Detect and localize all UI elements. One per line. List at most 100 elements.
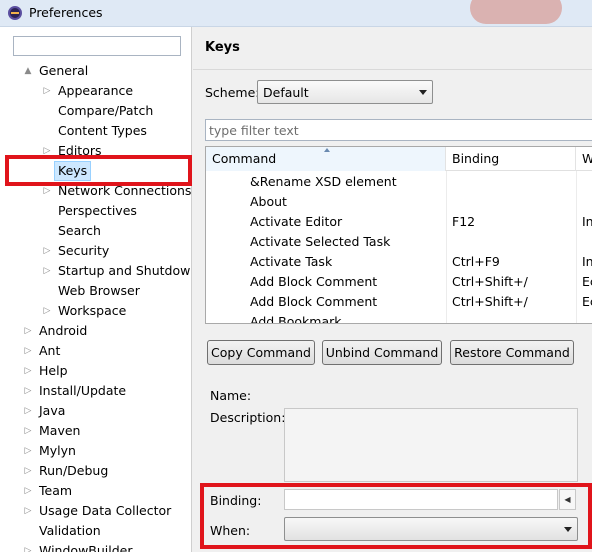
binding-cell: Ctrl+Shift+/ <box>452 274 528 289</box>
tree-item-label: Team <box>39 483 73 498</box>
expand-arrow-icon[interactable]: ▷ <box>42 181 52 201</box>
tree-item-search[interactable]: Search <box>0 221 191 241</box>
expand-arrow-icon[interactable]: ▷ <box>42 261 52 281</box>
column-header-when[interactable]: W <box>576 147 592 171</box>
tree-item-network-connections[interactable]: ▷ Network Connections <box>0 181 192 201</box>
chevron-down-icon <box>564 527 572 532</box>
tree-item-label: Security <box>58 243 110 258</box>
unbind-command-button[interactable]: Unbind Command <box>322 340 442 365</box>
tree-item-web-browser[interactable]: Web Browser <box>0 281 191 301</box>
tree-item-keys[interactable]: Keys <box>0 161 191 181</box>
tree-item-label: Android <box>39 323 88 338</box>
column-header-command[interactable]: Command <box>206 147 446 171</box>
tree-item-team[interactable]: ▷ Team <box>0 481 191 501</box>
expand-arrow-icon[interactable]: ▷ <box>42 81 52 101</box>
tree-item-label: Install/Update <box>39 383 127 398</box>
tree-item-java[interactable]: ▷ Java <box>0 401 191 421</box>
expand-arrow-icon[interactable]: ▷ <box>23 321 33 341</box>
expand-arrow-icon[interactable]: ▷ <box>42 241 52 261</box>
tree-item-help[interactable]: ▷ Help <box>0 361 191 381</box>
expand-arrow-icon[interactable]: ▷ <box>23 381 33 401</box>
table-row[interactable]: &Rename XSD element <box>206 172 592 192</box>
expand-arrow-icon[interactable]: ▷ <box>23 441 33 461</box>
table-row[interactable]: About <box>206 192 592 212</box>
tree-item-compare-patch[interactable]: Compare/Patch <box>0 101 191 121</box>
expand-arrow-icon[interactable]: ▷ <box>42 301 52 321</box>
tree-filter-input[interactable] <box>13 36 181 56</box>
scheme-dropdown[interactable]: Default <box>257 80 433 104</box>
tree-item-mylyn[interactable]: ▷ Mylyn <box>0 441 191 461</box>
copy-command-button[interactable]: Copy Command <box>207 340 315 365</box>
command-filter-input[interactable] <box>206 120 592 140</box>
command-cell: &Rename XSD element <box>250 174 397 189</box>
tree-item-label: Ant <box>39 343 61 358</box>
tree-item-label: Keys <box>54 161 92 181</box>
when-dropdown[interactable] <box>284 517 578 541</box>
restore-command-button[interactable]: Restore Command <box>450 340 574 365</box>
when-cell: Ec <box>582 274 592 289</box>
page-title: Keys <box>205 40 240 55</box>
table-row[interactable]: Add Block Comment Ctrl+Shift+/ Ec <box>206 292 592 312</box>
when-cell: In <box>582 254 592 269</box>
tree-item-general[interactable]: ▲ General <box>0 61 191 81</box>
table-row[interactable]: Add Block Comment Ctrl+Shift+/ Ec <box>206 272 592 292</box>
description-field <box>284 408 578 482</box>
tree-item-label: Content Types <box>58 123 147 138</box>
tree-item-perspectives[interactable]: Perspectives <box>0 201 191 221</box>
divider <box>193 69 592 70</box>
scheme-value: Default <box>263 85 309 100</box>
binding-cell: F12 <box>452 214 476 229</box>
expand-arrow-icon[interactable]: ▷ <box>23 541 33 552</box>
tree-item-install-update[interactable]: ▷ Install/Update <box>0 381 191 401</box>
table-row[interactable]: Add Bookmark <box>206 312 592 323</box>
tree-item-windowbuilder[interactable]: ▷ WindowBuilder <box>0 541 191 552</box>
tree-item-maven[interactable]: ▷ Maven <box>0 421 191 441</box>
expand-arrow-icon[interactable]: ▷ <box>23 341 33 361</box>
tree-item-ant[interactable]: ▷ Ant <box>0 341 191 361</box>
keys-preference-page: Keys Scheme: Default Command Binding W &… <box>193 27 592 552</box>
table-header: Command Binding W <box>206 147 592 171</box>
table-row[interactable]: Activate Selected Task <box>206 232 592 252</box>
command-cell: Activate Editor <box>250 214 343 229</box>
tree-item-validation[interactable]: Validation <box>0 521 191 541</box>
tree-item-label: Usage Data Collector <box>39 503 172 518</box>
tree-item-appearance[interactable]: ▷ Appearance <box>0 81 191 101</box>
expand-arrow-icon[interactable]: ▷ <box>23 461 33 481</box>
when-label: When: <box>210 523 251 538</box>
tree-item-usage-data-collector[interactable]: ▷ Usage Data Collector <box>0 501 191 521</box>
command-filter-field[interactable] <box>205 119 592 141</box>
tree-item-label: WindowBuilder <box>39 543 133 552</box>
tree-item-startup-shutdown[interactable]: ▷ Startup and Shutdow <box>0 261 191 281</box>
tree-item-security[interactable]: ▷ Security <box>0 241 191 261</box>
expand-arrow-icon[interactable]: ▷ <box>23 361 33 381</box>
table-row[interactable]: Activate Editor F12 In <box>206 212 592 232</box>
title-bar: Preferences <box>0 0 592 27</box>
command-cell: Activate Task <box>250 254 333 269</box>
tree-item-content-types[interactable]: Content Types <box>0 121 191 141</box>
expand-arrow-icon[interactable]: ▷ <box>23 421 33 441</box>
binding-input[interactable] <box>284 489 558 510</box>
expand-arrow-icon[interactable]: ▷ <box>23 501 33 521</box>
binding-menu-arrow-icon[interactable]: ◀ <box>559 489 576 510</box>
collapse-arrow-icon[interactable]: ▲ <box>23 61 33 81</box>
tree-item-label: Network Connections <box>58 183 192 198</box>
preferences-tree-pane: ▲ General ▷ Appearance Compare/Patch Con… <box>0 27 192 552</box>
column-header-binding[interactable]: Binding <box>446 147 576 171</box>
expand-arrow-icon[interactable]: ▷ <box>23 481 33 501</box>
tree-item-android[interactable]: ▷ Android <box>0 321 191 341</box>
expand-arrow-icon[interactable]: ▷ <box>23 401 33 421</box>
eclipse-icon <box>8 6 22 20</box>
expand-arrow-icon[interactable]: ▷ <box>42 141 52 161</box>
tree-item-label: Web Browser <box>58 283 140 298</box>
tree-item-label: Editors <box>58 143 102 158</box>
tree-item-label: Run/Debug <box>39 463 109 478</box>
tree-item-label: Maven <box>39 423 81 438</box>
binding-label: Binding: <box>210 493 262 508</box>
tree-item-run-debug[interactable]: ▷ Run/Debug <box>0 461 191 481</box>
tree-item-editors[interactable]: ▷ Editors <box>0 141 191 161</box>
background-window-decoration <box>470 0 562 24</box>
command-cell: About <box>250 194 287 209</box>
table-row[interactable]: Activate Task Ctrl+F9 In <box>206 252 592 272</box>
tree-item-workspace[interactable]: ▷ Workspace <box>0 301 191 321</box>
tree-item-label: Startup and Shutdow <box>58 263 191 278</box>
